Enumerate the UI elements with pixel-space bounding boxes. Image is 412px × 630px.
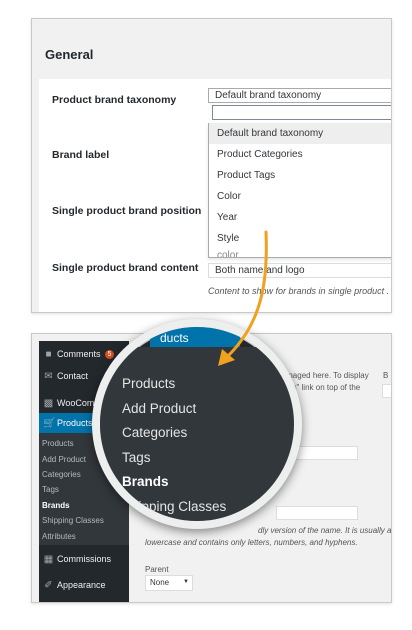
envelope-icon: ✉ (44, 371, 53, 382)
magnifier-zoom: ducts Products Add Product Categories Ta… (92, 319, 302, 529)
taxonomy-label: Product brand taxonomy (52, 94, 177, 106)
right-column-box (382, 384, 391, 398)
right-column-heading: B (383, 371, 389, 380)
comment-bubble-icon: ■ (45, 349, 52, 360)
magnifier-submenu: Products Add Product Categories Tags Bra… (100, 347, 294, 521)
dropdown-search-input[interactable] (212, 105, 391, 120)
dropdown-option[interactable]: Product Categories (209, 144, 391, 165)
submenu-item-add-product[interactable]: Add Product (42, 455, 86, 464)
brand-position-label: Single product brand position (52, 205, 202, 217)
slug-description-line: lowercase and contains only letters, num… (145, 538, 358, 547)
commissions-icon: ▦ (43, 554, 54, 565)
dropdown-option[interactable]: Style (209, 228, 391, 249)
brand-content-label: Single product brand content (52, 262, 199, 274)
chevron-down-icon: ▼ (183, 579, 189, 585)
menu-label: Commissions (57, 554, 112, 564)
magnifier-products-label: ducts (160, 331, 189, 345)
paintbrush-icon: ✐ (44, 580, 53, 591)
parent-select-value: None (150, 578, 170, 587)
menu-label: Appearance (57, 580, 106, 590)
menu-label: Comments (57, 349, 101, 359)
magnifier-item-products: Products (122, 376, 176, 391)
magnifier-item-shipping-classes: Shipping Classes (122, 499, 227, 514)
brand-content-description: Content to show for brands in single pro… (208, 286, 390, 296)
menu-label: Products (57, 418, 93, 428)
taxonomy-dropdown: Default brand taxonomy Product Categorie… (208, 123, 391, 258)
magnifier-item-add-product: Add Product (122, 401, 197, 416)
brand-label-label: Brand label (52, 149, 110, 161)
menu-item-appearance[interactable]: ✐ Appearance (39, 575, 129, 597)
woocommerce-icon: ▩ (43, 398, 54, 409)
submenu-item-products[interactable]: Products (42, 439, 74, 448)
submenu-item-shipping-classes[interactable]: Shipping Classes (42, 516, 104, 525)
submenu-item-attributes[interactable]: Attributes (42, 532, 76, 541)
dropdown-option[interactable]: color (209, 249, 391, 257)
slug-description-line: dly version of the name. It is usually a… (258, 526, 392, 535)
menu-label: Contact (57, 371, 89, 381)
dropdown-option[interactable]: Default brand taxonomy (209, 123, 391, 144)
dropdown-option[interactable]: Year (209, 207, 391, 228)
brand-settings-panel: General Product brand taxonomy Brand lab… (31, 18, 392, 313)
magnifier-item-brands: Brands (122, 474, 169, 489)
dropdown-option[interactable]: Product Tags (209, 165, 391, 186)
dropdown-option[interactable]: Color (209, 186, 391, 207)
cart-icon: 🛒 (43, 418, 56, 429)
submenu-item-brands[interactable]: Brands (42, 501, 70, 510)
brand-content-select[interactable]: Both name and logo (208, 263, 391, 278)
magnifier-item-categories: Categories (122, 425, 188, 440)
magnifier-item-tags: Tags (122, 450, 151, 465)
parent-label: Parent (145, 565, 169, 574)
submenu-item-tags[interactable]: Tags (42, 485, 59, 494)
menu-item-commissions[interactable]: ▦ Commissions (39, 549, 129, 571)
taxonomy-select[interactable]: Default brand taxonomy (208, 88, 391, 103)
settings-card: Product brand taxonomy Brand label Singl… (39, 79, 391, 312)
section-heading: General (45, 47, 94, 62)
submenu-item-categories[interactable]: Categories (42, 470, 81, 479)
parent-select[interactable]: None ▼ (145, 575, 193, 591)
